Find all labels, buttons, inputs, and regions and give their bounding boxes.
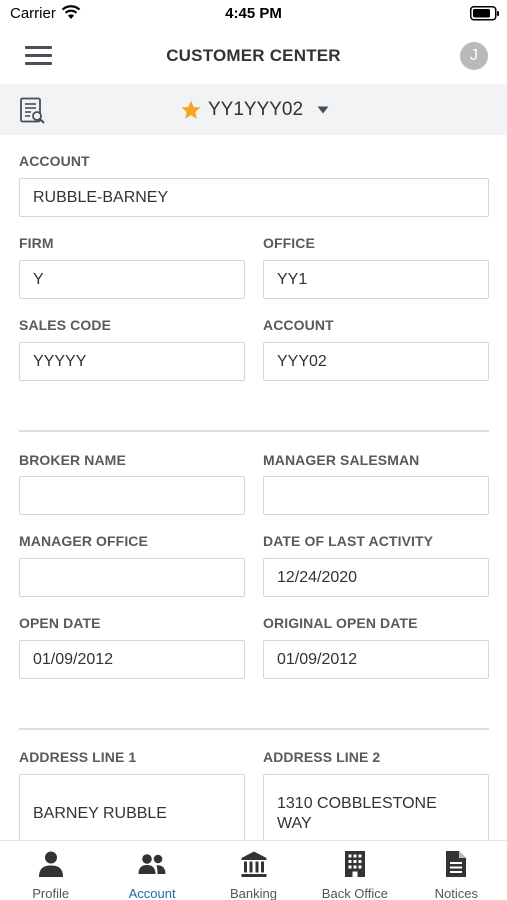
- people-icon: [138, 854, 166, 874]
- battery-icon: [470, 6, 499, 21]
- account-label: ACCOUNT: [19, 153, 90, 169]
- document-search-icon[interactable]: [19, 97, 46, 125]
- tab-label: Back Office: [321, 886, 389, 900]
- sales-code-label: SALES CODE: [19, 317, 112, 333]
- account-number-label: ACCOUNT: [263, 317, 334, 333]
- customer-center-screen: Carrier 4:45 PM CUSTOMER CENTER J YY1YYY…: [0, 0, 507, 900]
- broker-name-label: BROKER NAME: [19, 452, 126, 468]
- tab-banking[interactable]: Banking: [203, 841, 304, 900]
- last-activity-field[interactable]: 12/24/2020: [263, 558, 489, 597]
- manager-salesman-field[interactable]: [263, 476, 489, 515]
- tab-notices[interactable]: Notices: [406, 841, 507, 900]
- section-divider: [19, 728, 489, 730]
- address-line-2-text: WAY: [277, 815, 312, 832]
- manager-salesman-label: MANAGER SALESMAN: [263, 452, 420, 468]
- account-selector-bar: YY1YYY02: [0, 84, 507, 135]
- star-icon: [181, 100, 201, 119]
- address-line-2-text: 1310 COBBLESTONE: [277, 795, 437, 812]
- selected-account: YY1YYY02: [208, 99, 304, 120]
- page-title: CUSTOMER CENTER: [166, 46, 341, 65]
- account-selector[interactable]: YY1YYY02: [180, 97, 329, 123]
- section-divider: [19, 430, 489, 432]
- address-line-1-field[interactable]: BARNEY RUBBLE: [19, 774, 245, 840]
- account-field[interactable]: RUBBLE-BARNEY: [19, 178, 489, 217]
- manager-office-field[interactable]: [19, 558, 245, 597]
- tab-label: Account: [128, 886, 176, 900]
- firm-field[interactable]: Y: [19, 260, 245, 299]
- last-activity-label: DATE OF LAST ACTIVITY: [263, 533, 434, 549]
- chevron-down-icon: [317, 106, 329, 114]
- account-number-field[interactable]: YYY02: [263, 342, 489, 381]
- building-icon: [344, 851, 365, 877]
- open-date-label: OPEN DATE: [19, 615, 101, 631]
- clock: 4:45 PM: [225, 5, 282, 22]
- original-open-date-field[interactable]: 01/09/2012: [263, 640, 489, 679]
- tab-label: Banking: [230, 886, 277, 900]
- avatar[interactable]: J: [460, 42, 488, 70]
- app-header: CUSTOMER CENTER J: [0, 30, 507, 84]
- bank-icon: [241, 851, 267, 877]
- tab-profile[interactable]: Profile: [0, 841, 101, 900]
- firm-label: FIRM: [19, 235, 54, 251]
- sales-code-field[interactable]: YYYYY: [19, 342, 245, 381]
- address-line-2-label: ADDRESS LINE 2: [263, 749, 381, 765]
- person-icon: [38, 851, 63, 877]
- broker-name-field[interactable]: [19, 476, 245, 515]
- bottom-tab-bar: Profile Account Banking Back Office Noti…: [0, 840, 507, 900]
- address-line-1-label: ADDRESS LINE 1: [19, 749, 137, 765]
- tab-label: Notices: [434, 886, 478, 900]
- tab-label: Profile: [32, 886, 70, 900]
- tab-account[interactable]: Account: [101, 841, 202, 900]
- address-line-2-field[interactable]: 1310 COBBLESTONE WAY: [263, 774, 489, 840]
- document-icon: [446, 851, 467, 877]
- tab-back-office[interactable]: Back Office: [304, 841, 405, 900]
- open-date-field[interactable]: 01/09/2012: [19, 640, 245, 679]
- office-field[interactable]: YY1: [263, 260, 489, 299]
- status-bar: Carrier 4:45 PM: [0, 0, 507, 30]
- manager-office-label: MANAGER OFFICE: [19, 533, 148, 549]
- office-label: OFFICE: [263, 235, 315, 251]
- original-open-date-label: ORIGINAL OPEN DATE: [263, 615, 418, 631]
- account-form: ACCOUNT RUBBLE-BARNEY FIRM Y OFFICE YY1 …: [0, 135, 507, 840]
